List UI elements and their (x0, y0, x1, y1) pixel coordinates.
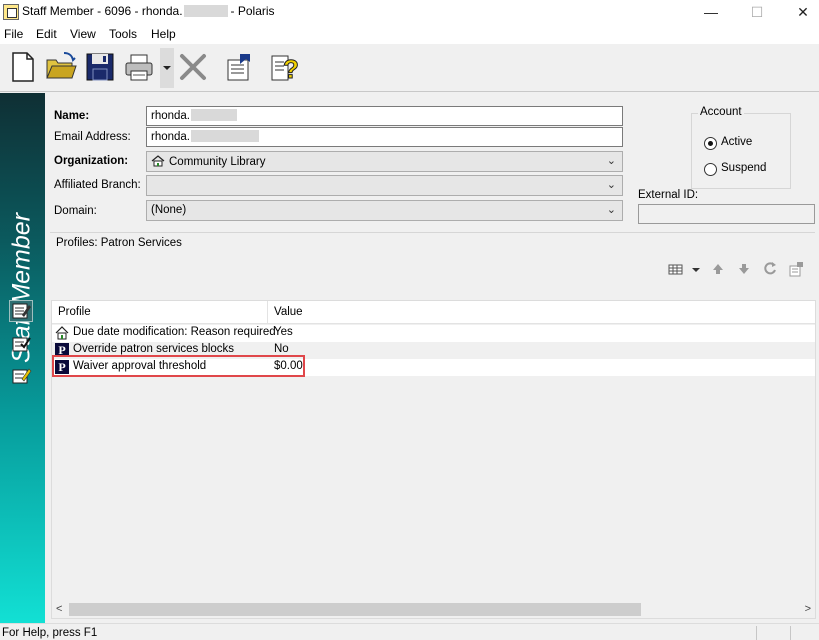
close-button[interactable]: ✕ (780, 0, 819, 24)
row-value: $0.00 (274, 360, 303, 372)
refresh-icon[interactable] (762, 261, 778, 277)
polaris-p-icon: P (55, 343, 69, 357)
name-label: Name: (54, 110, 90, 122)
main-panel: Name: rhonda. Email Address: rhonda. Org… (46, 93, 819, 623)
window-title-suffix: - Polaris (230, 4, 275, 18)
library-house-icon (55, 326, 69, 340)
scroll-thumb[interactable] (69, 603, 641, 616)
staff-edit-icon[interactable] (9, 300, 33, 322)
row-profile: Override patron services blocks (73, 343, 235, 355)
row-profile: Waiver approval threshold (73, 360, 207, 372)
properties-icon[interactable] (788, 261, 804, 277)
affiliated-branch-label: Affiliated Branch: (54, 179, 141, 191)
email-value: rhonda. (151, 131, 191, 143)
name-field[interactable]: rhonda. (146, 106, 623, 126)
dropdown-arrow-icon[interactable] (688, 261, 704, 277)
library-house-icon (151, 155, 165, 167)
polaris-p-icon: P (55, 360, 69, 374)
menu-tools[interactable]: Tools (109, 27, 137, 41)
external-id-label: External ID: (638, 189, 699, 201)
svg-text:?: ? (283, 54, 299, 84)
suspend-radio-label[interactable]: Suspend (721, 162, 766, 174)
status-text: For Help, press F1 (2, 627, 98, 639)
name-value: rhonda. (151, 110, 191, 122)
row-value: No (274, 343, 289, 355)
suspend-radio[interactable] (704, 163, 717, 176)
domain-value: (None) (151, 204, 187, 216)
menu-help[interactable]: Help (151, 27, 176, 41)
sidebar: Staff Member (0, 93, 45, 623)
redacted-block (191, 130, 260, 142)
row-value: Yes (274, 326, 293, 338)
move-down-icon[interactable] (736, 261, 752, 277)
status-pane (790, 626, 819, 640)
open-folder-icon[interactable] (44, 50, 78, 84)
menu-view[interactable]: View (70, 27, 96, 41)
staff-pencil-icon[interactable] (9, 365, 33, 387)
email-label: Email Address: (54, 131, 131, 143)
redacted-block (183, 5, 228, 17)
active-radio[interactable] (704, 137, 717, 150)
external-id-field (638, 204, 815, 224)
status-pane (756, 626, 790, 640)
menu-bar: File Edit View Tools Help (0, 24, 819, 44)
save-disk-icon[interactable] (83, 50, 117, 84)
scroll-right-icon[interactable]: > (805, 603, 811, 615)
redacted-block (191, 109, 238, 121)
account-legend: Account (698, 106, 744, 118)
window-title-prefix: Staff Member - 6096 - rhonda. (22, 4, 183, 18)
column-header-value[interactable]: Value (268, 301, 468, 324)
table-row[interactable]: Due date modification: Reason required Y… (52, 325, 815, 342)
move-up-icon[interactable] (710, 261, 726, 277)
account-group: Account Active Suspend (691, 106, 791, 189)
chevron-down-icon: ⌄ (606, 179, 616, 191)
chevron-down-icon (163, 66, 171, 70)
toolbar: ? (0, 44, 819, 92)
table-row[interactable]: P Waiver approval threshold $0.00 (52, 359, 815, 376)
horizontal-scrollbar[interactable]: < > (52, 601, 815, 618)
domain-select[interactable]: (None) ⌄ (146, 200, 623, 221)
help-question-icon[interactable]: ? (268, 50, 302, 84)
profiles-grid: Profile Value Due date modification: Rea… (51, 300, 816, 619)
grid-header: Profile Value (52, 301, 815, 324)
delete-x-icon[interactable] (176, 50, 210, 84)
staff-check-icon[interactable] (9, 333, 33, 355)
email-field[interactable]: rhonda. (146, 127, 623, 147)
column-header-profile[interactable]: Profile (52, 301, 268, 324)
printer-icon[interactable] (122, 50, 156, 84)
new-document-icon[interactable] (6, 50, 40, 84)
chevron-down-icon: ⌄ (606, 155, 616, 167)
menu-edit[interactable]: Edit (36, 27, 57, 41)
title-bar: Staff Member - 6096 - rhonda. - Polaris —… (0, 0, 819, 24)
chevron-down-icon: ⌄ (606, 204, 616, 216)
minimize-button[interactable]: — (688, 0, 734, 24)
profiles-section-label: Profiles: Patron Services (56, 237, 182, 249)
menu-file[interactable]: File (4, 27, 23, 41)
scroll-left-icon[interactable]: < (56, 603, 62, 615)
window-title: Staff Member - 6096 - rhonda. - Polaris (22, 4, 275, 18)
organization-label: Organization: (54, 155, 129, 167)
properties-icon[interactable] (222, 50, 256, 84)
organization-select[interactable]: Community Library ⌄ (146, 151, 623, 172)
row-profile: Due date modification: Reason required (73, 326, 276, 338)
grid-view-icon[interactable] (668, 261, 684, 277)
domain-label: Domain: (54, 205, 97, 217)
maximize-button[interactable]: ☐ (734, 0, 780, 24)
table-row[interactable]: P Override patron services blocks No (52, 342, 815, 359)
affiliated-branch-select[interactable]: ⌄ (146, 175, 623, 196)
status-bar: For Help, press F1 (0, 623, 819, 640)
organization-value: Community Library (169, 156, 266, 168)
divider (50, 232, 815, 233)
polaris-app-icon (3, 4, 19, 20)
active-radio-label[interactable]: Active (721, 136, 752, 148)
